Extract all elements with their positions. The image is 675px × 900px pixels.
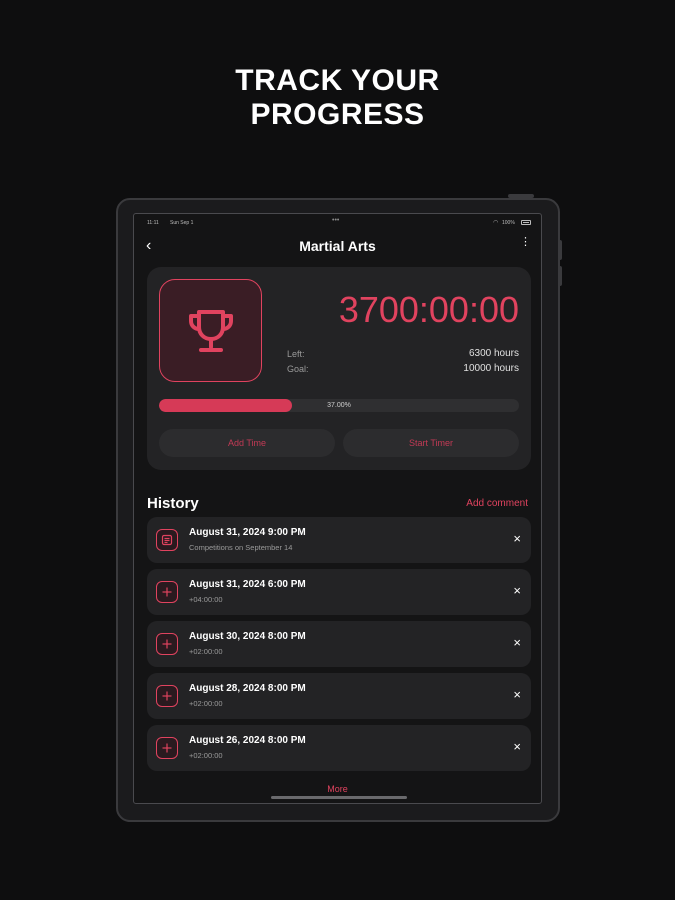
tablet-top-button: [508, 194, 534, 198]
history-heading: History: [147, 495, 199, 512]
headline: TRACK YOUR PROGRESS: [0, 64, 675, 132]
history-item[interactable]: August 30, 2024 8:00 PM +02:00:00 ×: [147, 621, 531, 667]
add-comment-link[interactable]: Add comment: [466, 498, 528, 509]
history-item-detail: +04:00:00: [189, 595, 223, 604]
history-item-date: August 30, 2024 8:00 PM: [189, 631, 306, 642]
add-time-button[interactable]: Add Time: [159, 429, 335, 457]
navigation-bar: ‹ Martial Arts ⋮: [134, 234, 541, 258]
headline-line-1: TRACK YOUR: [235, 64, 440, 97]
delete-entry-close-icon[interactable]: ×: [513, 635, 521, 650]
history-item-detail: +02:00:00: [189, 751, 223, 760]
elapsed-timer: 3700:00:00: [338, 289, 519, 330]
progress-card: 3700:00:00 Left: 6300 hours Goal: 10000 …: [147, 267, 531, 470]
delete-entry-close-icon[interactable]: ×: [513, 739, 521, 754]
status-date: Sun Sep 1: [170, 220, 194, 226]
plus-icon: [156, 737, 178, 759]
goal-label: Goal:: [287, 364, 309, 374]
battery-percent: 100%: [502, 220, 515, 226]
history-item-detail: +02:00:00: [189, 699, 223, 708]
left-label: Left:: [287, 349, 305, 359]
history-item-date: August 31, 2024 6:00 PM: [189, 579, 306, 590]
status-time: 11:11: [147, 220, 159, 226]
home-indicator[interactable]: [271, 796, 407, 799]
multitask-dots-icon: •••: [332, 217, 340, 224]
note-icon: [156, 529, 178, 551]
history-item-detail: Competitions on September 14: [189, 543, 293, 552]
delete-entry-close-icon[interactable]: ×: [513, 687, 521, 702]
tablet-volume-down-button: [558, 266, 562, 286]
history-item[interactable]: August 31, 2024 9:00 PM Competitions on …: [147, 517, 531, 563]
headline-line-2: PROGRESS: [250, 98, 425, 131]
history-item-date: August 26, 2024 8:00 PM: [189, 735, 306, 746]
history-list: August 31, 2024 9:00 PM Competitions on …: [147, 517, 531, 777]
battery-icon: [521, 220, 531, 225]
start-timer-button[interactable]: Start Timer: [343, 429, 519, 457]
trophy-badge: [159, 279, 262, 382]
wifi-icon: ◠: [493, 220, 499, 226]
tablet-volume-up-button: [558, 240, 562, 260]
plus-icon: [156, 633, 178, 655]
history-item[interactable]: August 26, 2024 8:00 PM +02:00:00 ×: [147, 725, 531, 771]
more-history-link[interactable]: More: [134, 784, 541, 794]
progress-bar: 37.00%: [159, 399, 519, 412]
plus-icon: [156, 581, 178, 603]
history-item[interactable]: August 31, 2024 6:00 PM +04:00:00 ×: [147, 569, 531, 615]
left-value: 6300 hours: [468, 348, 519, 359]
delete-entry-close-icon[interactable]: ×: [513, 531, 521, 546]
more-options-icon[interactable]: ⋮: [520, 237, 531, 248]
status-bar: 11:11 Sun Sep 1 ••• ◠ 100%: [134, 214, 541, 230]
goal-value: 10000 hours: [463, 363, 519, 374]
plus-icon: [156, 685, 178, 707]
history-item[interactable]: August 28, 2024 8:00 PM +02:00:00 ×: [147, 673, 531, 719]
page-title: Martial Arts: [299, 238, 376, 254]
history-item-date: August 28, 2024 8:00 PM: [189, 683, 306, 694]
delete-entry-close-icon[interactable]: ×: [513, 583, 521, 598]
history-item-date: August 31, 2024 9:00 PM: [189, 527, 306, 538]
history-item-detail: +02:00:00: [189, 647, 223, 656]
progress-percent: 37.00%: [327, 402, 351, 409]
app-screen: 11:11 Sun Sep 1 ••• ◠ 100% ‹ Martial Art…: [133, 213, 542, 804]
trophy-icon: [188, 309, 233, 352]
